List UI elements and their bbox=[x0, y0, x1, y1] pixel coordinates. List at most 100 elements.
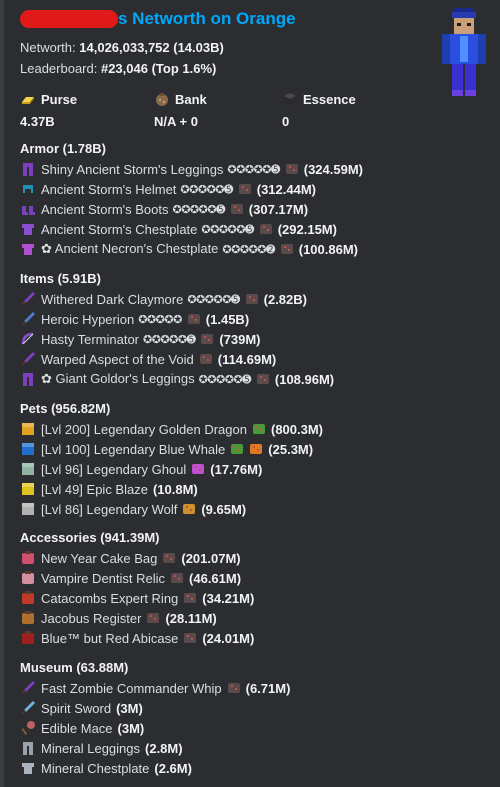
item-stars: ✪✪✪✪✪➎ bbox=[180, 183, 233, 196]
museum-item[interactable]: Spirit Sword (3M) bbox=[20, 698, 290, 718]
pet-item-icon bbox=[231, 444, 244, 454]
item-name: Shiny Ancient Storm's Leggings bbox=[41, 161, 224, 177]
item-value: (1.45B) bbox=[205, 311, 250, 327]
ghoul-icon bbox=[22, 463, 34, 475]
essence-label: Essence bbox=[303, 91, 356, 107]
item-value: (2.82B) bbox=[263, 291, 307, 307]
items-item[interactable]: Heroic Hyperion ✪✪✪✪✪ (1.45B) bbox=[20, 309, 334, 329]
armor-section-title: Armor (1.78B) bbox=[20, 141, 106, 156]
pet-item-icon bbox=[252, 424, 265, 434]
item-value: (17.76M) bbox=[210, 461, 263, 477]
sword-icon bbox=[21, 352, 35, 366]
sword-icon bbox=[21, 701, 35, 715]
item-value: (24.01M) bbox=[202, 630, 255, 646]
recomb-icon bbox=[184, 633, 197, 643]
stats-row: Purse 4.37B Bank N/A + 0 Essence 0 bbox=[20, 90, 380, 132]
museum-item[interactable]: Fast Zombie Commander Whip (6.71M) bbox=[20, 678, 290, 698]
dragon-icon bbox=[22, 423, 34, 435]
armor-item[interactable]: Ancient Storm's Chestplate ✪✪✪✪✪➎ (292.15M… bbox=[20, 219, 363, 239]
armor-item[interactable]: Ancient Storm's Helmet ✪✪✪✪✪➎ (312.44M) bbox=[20, 179, 363, 199]
item-value: (9.65M) bbox=[201, 501, 247, 517]
item-name: [Lvl 86] Legendary Wolf bbox=[41, 501, 178, 517]
sword-icon bbox=[21, 312, 35, 326]
networth-embed: s Networth on Orange Networth: 14,026,03… bbox=[0, 0, 500, 787]
item-name: [Lvl 96] Legendary Ghoul bbox=[41, 461, 187, 477]
items-item[interactable]: Warped Aspect of the Void (114.69M) bbox=[20, 349, 334, 369]
item-name: Mineral Leggings bbox=[41, 740, 141, 756]
gold-ingot-icon bbox=[22, 97, 34, 104]
helmet-icon bbox=[23, 185, 33, 193]
items-item[interactable]: Hasty Terminator ✪✪✪✪✪➎ (739M) bbox=[20, 329, 334, 349]
blaze-icon bbox=[22, 483, 34, 495]
item-value: (739M) bbox=[219, 331, 261, 347]
item-value: (34.21M) bbox=[202, 590, 255, 606]
leggings-icon bbox=[23, 373, 33, 386]
items-section-title: Items (5.91B) bbox=[20, 271, 101, 286]
accessories-item[interactable]: Catacombs Expert Ring (34.21M) bbox=[20, 588, 254, 608]
recomb-icon bbox=[230, 204, 243, 214]
bank-label: Bank bbox=[175, 91, 207, 107]
pets-item[interactable]: [Lvl 96] Legendary Ghoul (17.76M) bbox=[20, 459, 323, 479]
item-value: (114.69M) bbox=[217, 351, 277, 367]
item-value: (25.3M) bbox=[268, 441, 314, 457]
bank-bag-icon bbox=[156, 93, 168, 106]
item-name: Edible Mace bbox=[41, 720, 113, 736]
armor-item[interactable]: Ancient Storm's Boots ✪✪✪✪✪➎ (307.17M) bbox=[20, 199, 363, 219]
item-name: [Lvl 100] Legendary Blue Whale bbox=[41, 441, 226, 457]
museum-item[interactable]: Mineral Chestplate (2.6M) bbox=[20, 758, 290, 778]
accessories-item[interactable]: Blue™ but Red Abicase (24.01M) bbox=[20, 628, 254, 648]
accessories-item[interactable]: Jacobus Register (28.11M) bbox=[20, 608, 254, 628]
redacted-username bbox=[20, 10, 118, 28]
item-stars: ✪✪✪✪✪➎ bbox=[201, 223, 254, 236]
player-avatar bbox=[442, 8, 486, 96]
museum-section-title: Museum (63.88M) bbox=[20, 660, 129, 675]
ring-icon bbox=[22, 591, 34, 604]
item-value: (312.44M) bbox=[256, 181, 316, 197]
museum-item[interactable]: Mineral Leggings (2.8M) bbox=[20, 738, 290, 758]
recomb-icon bbox=[256, 374, 269, 384]
recomb-icon bbox=[245, 294, 258, 304]
leggings-icon bbox=[23, 163, 33, 176]
essence-icon bbox=[284, 93, 296, 105]
recomb-icon bbox=[259, 224, 272, 234]
museum-item[interactable]: Edible Mace (3M) bbox=[20, 718, 290, 738]
items-item[interactable]: ✿ Giant Goldor's Leggings ✪✪✪✪✪➎ (108.96M) bbox=[20, 369, 334, 389]
accessories-item[interactable]: Vampire Dentist Relic (46.61M) bbox=[20, 568, 254, 588]
pets-section: Pets (956.82M) [Lvl 200] Legendary Golden… bbox=[20, 399, 323, 519]
item-name: Catacombs Expert Ring bbox=[41, 590, 179, 606]
recomb-icon bbox=[238, 184, 251, 194]
item-value: (307.17M) bbox=[248, 201, 309, 217]
bow-icon bbox=[21, 332, 34, 345]
pet-item-icon bbox=[183, 504, 196, 514]
mace-icon bbox=[21, 721, 35, 735]
item-value: (3M) bbox=[117, 720, 145, 736]
chestplate-icon bbox=[22, 244, 34, 255]
recomb-icon bbox=[285, 164, 298, 174]
embed-title: s Networth on Orange bbox=[20, 8, 296, 30]
cake-bag-icon bbox=[22, 551, 34, 564]
networth-line: Networth: 14,026,033,752 (14.03B) bbox=[20, 40, 224, 55]
leggings-icon bbox=[23, 742, 33, 755]
item-name: Warped Aspect of the Void bbox=[41, 351, 194, 367]
item-name: Ancient Storm's Boots bbox=[41, 201, 169, 217]
purse-stat: Purse 4.37B bbox=[20, 90, 77, 130]
accessories-item[interactable]: New Year Cake Bag (201.07M) bbox=[20, 548, 254, 568]
armor-item[interactable]: Shiny Ancient Storm's Leggings ✪✪✪✪✪➎ (324… bbox=[20, 159, 363, 179]
abicase-icon bbox=[22, 631, 34, 644]
pets-item[interactable]: [Lvl 200] Legendary Golden Dragon (800.3M… bbox=[20, 419, 323, 439]
item-value: (6.71M) bbox=[245, 680, 291, 696]
armor-item[interactable]: ✿ Ancient Necron's Chestplate ✪✪✪✪✪➋ (100.… bbox=[20, 239, 363, 259]
item-name: Heroic Hyperion bbox=[41, 311, 135, 327]
whale-icon bbox=[22, 443, 34, 455]
pets-item[interactable]: [Lvl 100] Legendary Blue Whale (25.3M) bbox=[20, 439, 323, 459]
pets-item[interactable]: [Lvl 49] Epic Blaze (10.8M) bbox=[20, 479, 323, 499]
item-name: [Lvl 49] Epic Blaze bbox=[41, 481, 148, 497]
title-text[interactable]: s Networth on Orange bbox=[118, 9, 296, 29]
items-item[interactable]: Withered Dark Claymore ✪✪✪✪✪➎ (2.82B) bbox=[20, 289, 334, 309]
recomb-icon bbox=[147, 613, 160, 623]
item-name: Blue™ but Red Abicase bbox=[41, 630, 179, 646]
item-name: Vampire Dentist Relic bbox=[41, 570, 166, 586]
pets-item[interactable]: [Lvl 86] Legendary Wolf (9.65M) bbox=[20, 499, 323, 519]
item-value: (800.3M) bbox=[270, 421, 324, 437]
item-value: (108.96M) bbox=[274, 371, 335, 387]
